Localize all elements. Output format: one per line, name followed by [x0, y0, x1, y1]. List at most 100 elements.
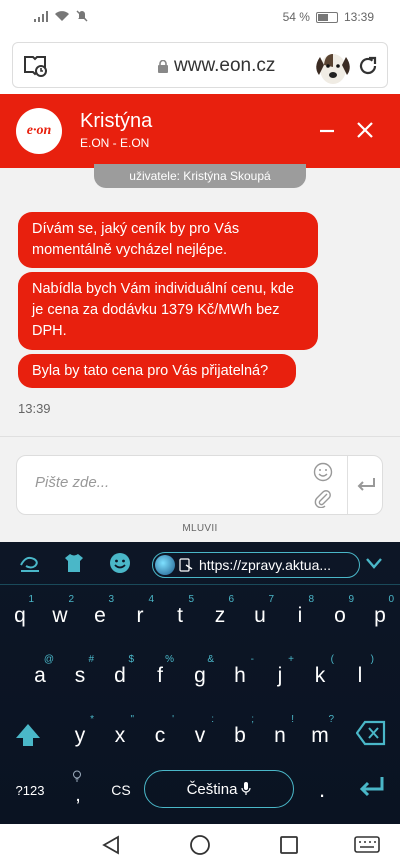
key-k[interactable]: (k — [302, 652, 338, 700]
message-timestamp: 13:39 — [18, 401, 51, 416]
key-label: f — [157, 664, 163, 687]
key-label: n — [274, 724, 286, 747]
key-c[interactable]: ' c — [142, 712, 178, 760]
system-notice: uživatele: Kristýna Skoupá — [94, 164, 306, 188]
key-label: a — [34, 664, 46, 687]
chat-messages: uživatele: Kristýna Skoupá Dívám se, jak… — [0, 164, 400, 436]
key-label: z — [214, 604, 226, 627]
minimize-icon[interactable] — [318, 122, 336, 140]
agent-name: Kristýna — [80, 110, 153, 132]
key-a[interactable]: @ a — [22, 652, 58, 700]
profile-avatar[interactable] — [311, 45, 355, 87]
eon-logo: e·on — [16, 108, 62, 154]
key-g[interactable]: & g — [182, 652, 218, 700]
status-bar: 54 % 13:39 — [0, 0, 400, 34]
microphone-icon — [241, 782, 252, 795]
key-hint: 9 — [348, 594, 354, 605]
battery-percent: 54 % — [282, 10, 310, 24]
url-display[interactable]: www.eon.cz — [158, 55, 275, 77]
message-input[interactable] — [35, 474, 295, 491]
key-label: v — [194, 724, 206, 747]
comma-key[interactable]: , — [68, 770, 88, 810]
key-label: x — [114, 724, 126, 747]
status-icons-right: 54 % 13:39 — [283, 10, 374, 24]
home-icon[interactable] — [189, 834, 211, 856]
key-label: b — [234, 724, 246, 747]
key-hint: ' — [172, 714, 174, 725]
key-hint: * — [90, 714, 94, 725]
close-icon[interactable] — [355, 120, 375, 140]
powered-by-label: MLUVII — [182, 523, 218, 534]
browser-orb-icon — [155, 555, 175, 575]
reading-list-icon[interactable] — [23, 54, 49, 78]
keyboard-toolbar: https://zpravy.aktua... — [0, 542, 400, 584]
shift-icon[interactable] — [12, 714, 44, 754]
key-x[interactable]: " x — [102, 712, 138, 760]
key-q[interactable]: 1q — [2, 592, 38, 640]
key-label: r — [136, 604, 144, 627]
emoji-icon[interactable] — [313, 462, 333, 482]
key-y[interactable]: * y — [62, 712, 98, 760]
onscreen-keyboard: https://zpravy.aktua... 1q2w3e4r5t6z7u8i… — [0, 542, 400, 824]
key-j[interactable]: + j — [262, 652, 298, 700]
theme-shirt-icon[interactable] — [62, 551, 86, 575]
agent-organization: E.ON - E.ON — [80, 136, 150, 150]
address-bar[interactable]: www.eon.cz — [12, 42, 388, 88]
reload-icon[interactable] — [357, 55, 379, 77]
key-z[interactable]: 6z — [202, 592, 238, 640]
key-hint: ( — [330, 654, 334, 665]
key-l[interactable]: ) l — [342, 652, 378, 700]
key-hint: " — [130, 714, 134, 725]
clipboard-url-chip[interactable]: https://zpravy.aktua... — [152, 552, 360, 578]
key-n[interactable]: ! n — [262, 712, 298, 760]
key-label: p — [374, 604, 386, 627]
key-w[interactable]: 2w — [42, 592, 78, 640]
chevron-down-icon[interactable] — [364, 555, 384, 571]
key-h[interactable]: -h — [222, 652, 258, 700]
agent-message: Nabídla bych Vám individuální cenu, kde … — [18, 272, 318, 350]
keyboard-hide-icon[interactable] — [354, 834, 380, 856]
period-key[interactable]: . — [312, 770, 332, 810]
browser-toolbar: www.eon.cz — [0, 34, 400, 94]
lightbulb-icon — [73, 770, 81, 782]
chat-header: e·on Kristýna E.ON - E.ON — [0, 94, 400, 168]
numbers-key[interactable]: ?123 — [10, 776, 50, 804]
send-icon[interactable] — [355, 476, 377, 494]
key-hint: ; — [251, 714, 254, 725]
key-label: u — [254, 604, 266, 627]
key-f[interactable]: % f — [142, 652, 178, 700]
key-e[interactable]: 3e — [82, 592, 118, 640]
backspace-icon[interactable] — [356, 720, 386, 746]
key-s[interactable]: # s — [62, 652, 98, 700]
key-p[interactable]: 0p — [362, 592, 398, 640]
key-hint: & — [207, 654, 214, 665]
space-key[interactable]: Čeština — [144, 770, 294, 808]
key-r[interactable]: 4r — [122, 592, 158, 640]
key-v[interactable]: :v — [182, 712, 218, 760]
status-icons-left — [34, 10, 88, 22]
key-d[interactable]: $ d — [102, 652, 138, 700]
key-label: t — [177, 604, 183, 627]
key-hint: 7 — [268, 594, 274, 605]
key-t[interactable]: 5t — [162, 592, 198, 640]
key-o[interactable]: 9o — [322, 592, 358, 640]
key-hint: - — [250, 654, 254, 665]
system-navigation-bar — [0, 824, 400, 867]
key-u[interactable]: 7u — [242, 592, 278, 640]
wifi-icon — [55, 11, 69, 21]
key-m[interactable]: ? m — [302, 712, 338, 760]
key-label: s — [74, 664, 86, 687]
key-hint: ? — [328, 714, 334, 725]
language-key[interactable]: CS — [106, 776, 136, 804]
key-i[interactable]: 8i — [282, 592, 318, 640]
key-hint: ) — [370, 654, 374, 665]
attachment-icon[interactable] — [313, 488, 333, 508]
agent-message: Byla by tato cena pro Vás přijatelná? — [18, 354, 296, 388]
back-icon[interactable] — [100, 834, 122, 856]
swipe-icon[interactable] — [18, 551, 42, 575]
emoji-icon[interactable] — [108, 551, 132, 575]
recents-icon[interactable] — [278, 834, 300, 856]
key-b[interactable]: ; b — [222, 712, 258, 760]
enter-icon[interactable] — [356, 774, 386, 802]
battery-icon — [315, 11, 338, 23]
